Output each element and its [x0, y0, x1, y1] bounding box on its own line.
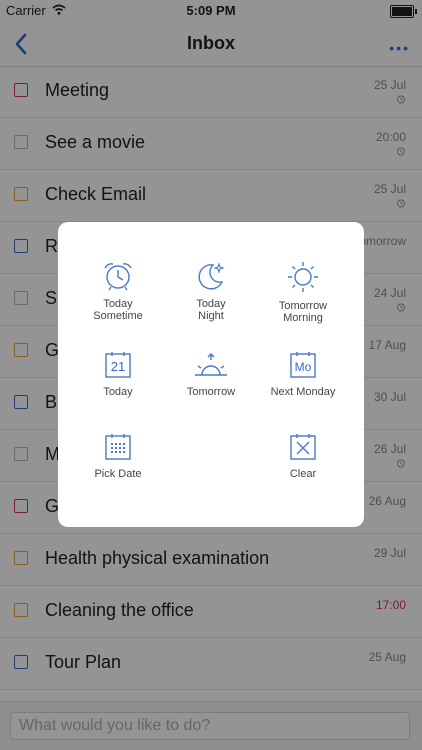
- option-label: Today Sometime: [93, 298, 143, 322]
- option-tomorrow[interactable]: Tomorrow: [161, 350, 261, 398]
- option-label: Today: [103, 386, 133, 398]
- option-today-sometime[interactable]: Today Sometime: [68, 260, 168, 322]
- option-pick-date[interactable]: Pick Date: [68, 432, 168, 480]
- svg-text:21: 21: [111, 359, 125, 374]
- calendar-clear-icon: [290, 434, 316, 460]
- calendar-monday-icon: Mo: [290, 352, 316, 378]
- option-label: Tomorrow: [186, 386, 236, 398]
- option-label: Clear: [289, 468, 317, 480]
- option-today-night[interactable]: Today Night: [161, 260, 261, 322]
- option-label: Next Monday: [270, 386, 336, 398]
- svg-text:Mo: Mo: [295, 360, 312, 374]
- option-tomorrow-morning[interactable]: Tomorrow Morning: [253, 260, 353, 324]
- alarm-clock-icon: [104, 263, 132, 291]
- option-clear[interactable]: Clear: [253, 432, 353, 480]
- option-label: Tomorrow Morning: [278, 300, 328, 324]
- calendar-today-icon: 21: [105, 352, 131, 378]
- sun-icon: [288, 262, 318, 292]
- option-today[interactable]: 21 Today: [68, 350, 168, 398]
- sunrise-icon: [195, 353, 227, 376]
- due-date-popup: Today Sometime Today Night Tomorrow Morn…: [58, 222, 364, 527]
- calendar-grid-icon: [105, 434, 131, 460]
- option-label: Today Night: [196, 298, 226, 322]
- option-next-monday[interactable]: Mo Next Monday: [253, 350, 353, 398]
- option-label: Pick Date: [94, 468, 142, 480]
- moon-icon: [198, 262, 225, 290]
